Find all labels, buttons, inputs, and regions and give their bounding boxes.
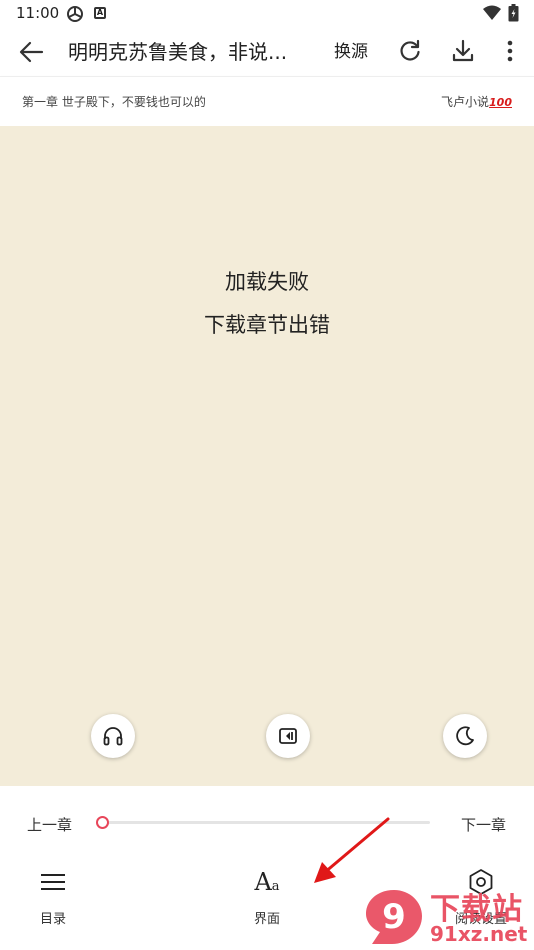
app-notification-icon: A: [94, 7, 106, 19]
download-icon[interactable]: [450, 38, 476, 64]
listen-button[interactable]: [91, 714, 135, 758]
refresh-icon[interactable]: [397, 38, 423, 64]
settings-hexagon-icon: [469, 869, 493, 895]
source-name-text: 飞卢小说: [441, 95, 490, 109]
auto-page-icon: [279, 728, 297, 744]
menu-list-icon: [41, 874, 65, 890]
reading-settings-menu-item[interactable]: 阅读设置: [441, 868, 521, 928]
chapter-name: 第一章 世子殿下，不要钱也可以的: [22, 95, 206, 109]
book-title: 明明克苏鲁美食，非说...: [68, 40, 288, 64]
download-error-text: 下载章节出错: [204, 313, 330, 337]
status-time: 11:00: [16, 4, 60, 22]
reading-settings-label: 阅读设置: [454, 912, 507, 927]
night-mode-button[interactable]: [443, 714, 487, 758]
reader-bottom-panel: 上一章 下一章 目录 Aa 界面 阅读设置: [0, 786, 534, 950]
reader-toolbar: 明明克苏鲁美食，非说... 换源: [0, 28, 534, 76]
toc-label: 目录: [39, 912, 66, 927]
source-name: 飞卢小说100: [441, 93, 512, 110]
change-source-button[interactable]: 换源: [334, 40, 368, 64]
battery-icon: [508, 4, 519, 22]
hundred-emoji-icon: 100: [489, 96, 512, 109]
prev-chapter-button[interactable]: 上一章: [27, 814, 72, 835]
sync-status-icon: [67, 6, 83, 22]
headphones-icon: [103, 727, 123, 746]
font-glyph-large: A: [254, 868, 272, 896]
progress-thumb[interactable]: [96, 816, 109, 829]
chapter-progress-slider[interactable]: [96, 816, 430, 829]
night-mode-icon: [456, 726, 474, 746]
more-vert-icon[interactable]: [499, 38, 521, 64]
interface-menu-item[interactable]: Aa 界面: [227, 868, 307, 928]
chapter-info-bar: 第一章 世子殿下，不要钱也可以的 飞卢小说100: [0, 76, 534, 126]
auto-page-button[interactable]: [266, 714, 310, 758]
load-failed-text: 加载失败: [225, 270, 309, 294]
wifi-icon: [483, 5, 501, 20]
reading-area[interactable]: 加载失败 下载章节出错: [0, 126, 534, 786]
toc-menu-item[interactable]: 目录: [13, 868, 93, 928]
interface-label: 界面: [253, 912, 280, 927]
back-arrow-icon[interactable]: [16, 38, 46, 66]
font-aa-icon: Aa: [227, 868, 307, 896]
font-glyph-small: a: [271, 879, 280, 894]
status-bar: 11:00 A: [0, 0, 534, 28]
next-chapter-button[interactable]: 下一章: [461, 814, 506, 835]
